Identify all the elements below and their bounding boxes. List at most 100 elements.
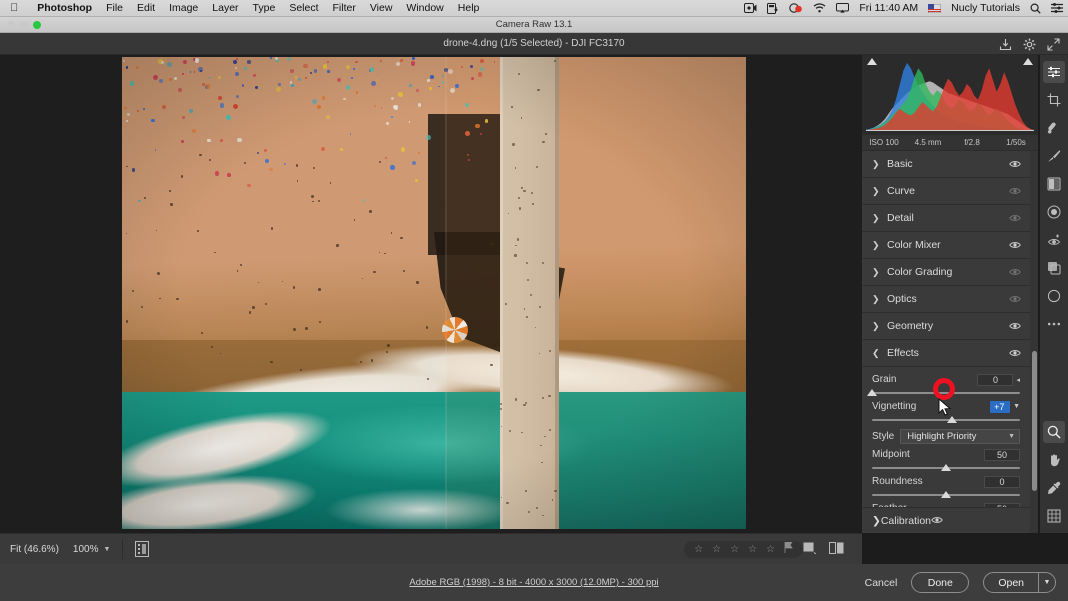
open-button-group[interactable]: Open ▼ [983,572,1056,593]
gear-icon[interactable] [1023,38,1036,51]
menu-item-edit[interactable]: Edit [130,0,162,17]
roundness-slider[interactable] [872,490,1020,500]
zoom-level-label[interactable]: 100% [73,544,104,555]
visibility-eye-icon[interactable] [931,515,943,527]
single-view-icon[interactable] [803,542,817,557]
panel-section-color-grading[interactable]: ❯ Color Grading [862,259,1030,286]
save-image-icon[interactable] [999,38,1012,51]
screen-record-icon[interactable] [739,3,762,13]
presets-icon[interactable] [1043,285,1065,307]
menubar-user[interactable]: Nucly Tutorials [946,0,1025,17]
midpoint-slider-handle[interactable] [941,464,951,471]
panel-section-color-mixer[interactable]: ❯ Color Mixer [862,232,1030,259]
image-info-link[interactable]: Adobe RGB (1998) - 8 bit - 4000 x 3000 (… [409,577,658,588]
star-5-icon[interactable]: ☆ [766,544,775,555]
open-button[interactable]: Open [984,573,1038,592]
menu-item-photoshop[interactable]: Photoshop [30,0,99,17]
vignetting-value[interactable]: +7 [990,400,1011,413]
radial-icon[interactable] [1043,201,1065,223]
control-center-icon[interactable] [1046,3,1068,13]
menu-item-layer[interactable]: Layer [205,0,245,17]
wifi-icon[interactable] [808,3,831,13]
visibility-eye-icon[interactable] [1008,295,1022,303]
star-2-icon[interactable]: ☆ [712,544,721,555]
vignetting-expand-icon[interactable]: ▼ [1013,403,1020,410]
gradient-icon[interactable] [1043,173,1065,195]
chevron-down-icon[interactable]: ▼ [103,546,122,553]
panel-section-calibration[interactable]: ❯ Calibration [862,507,1030,533]
minimize-button[interactable] [20,21,28,29]
zoom-fit-label[interactable]: Fit (46.6%) [10,544,73,555]
maximize-button[interactable] [33,21,41,29]
red-eye-icon[interactable] [1043,229,1065,251]
vignetting-slider[interactable] [872,415,1020,425]
midpoint-slider[interactable] [872,463,1020,473]
filmstrip-icon[interactable] [135,541,150,557]
panel-section-optics[interactable]: ❯ Optics [862,286,1030,313]
healing-brush-icon[interactable] [1043,117,1065,139]
menu-item-filter[interactable]: Filter [326,0,363,17]
panel-section-basic[interactable]: ❯ Basic [862,151,1030,178]
panel-label-curve: Curve [887,185,916,197]
footer-bar: Adobe RGB (1998) - 8 bit - 4000 x 3000 (… [0,564,1068,601]
crop-tool[interactable] [1043,89,1065,111]
menu-item-type[interactable]: Type [246,0,283,17]
grid-icon[interactable] [1043,505,1065,527]
star-4-icon[interactable]: ☆ [748,544,757,555]
edit-tool[interactable] [1043,61,1065,83]
chevron-down-icon[interactable]: ▼ [1038,573,1055,592]
menu-item-image[interactable]: Image [162,0,205,17]
grain-value[interactable]: 0 [977,373,1014,386]
snapshots-icon[interactable] [1043,257,1065,279]
grain-slider-handle[interactable] [867,389,877,396]
us-flag-icon[interactable] [923,3,946,13]
panel-scrollbar-thumb[interactable] [1032,351,1037,491]
visibility-eye-icon[interactable] [1008,268,1022,276]
ellipsis-icon[interactable] [1043,313,1065,335]
roundness-value[interactable]: 0 [984,475,1020,488]
midpoint-value[interactable]: 50 [984,448,1020,461]
cancel-button[interactable]: Cancel [865,577,898,589]
eyedropper-icon[interactable] [1043,477,1065,499]
star-rating[interactable]: ☆ ☆ ☆ ☆ ☆ [684,540,803,558]
visibility-eye-icon[interactable] [1008,241,1022,249]
panel-section-curve[interactable]: ❯ Curve [862,178,1030,205]
hand-icon[interactable] [1043,449,1065,471]
recording-dot-icon[interactable] [784,3,808,13]
visibility-eye-icon[interactable] [1008,349,1022,357]
image-canvas[interactable] [122,57,746,529]
airplay-icon[interactable] [831,3,854,13]
download-icon[interactable] [762,2,784,14]
style-select[interactable]: Highlight Priority ▼ [900,429,1020,444]
grain-slider[interactable] [867,388,1020,398]
panel-scrollbar[interactable] [1032,151,1037,491]
visibility-eye-icon[interactable] [1008,187,1022,195]
search-icon[interactable] [1025,2,1046,14]
menu-item-window[interactable]: Window [399,0,450,17]
star-3-icon[interactable]: ☆ [730,544,739,555]
close-button[interactable] [7,21,15,29]
zoom-tool[interactable] [1043,421,1065,443]
menu-item-select[interactable]: Select [282,0,325,17]
menu-item-file[interactable]: File [99,0,130,17]
visibility-eye-icon[interactable] [1008,214,1022,222]
panel-section-detail[interactable]: ❯ Detail [862,205,1030,232]
panel-section-geometry[interactable]: ❯ Geometry [862,313,1030,340]
menu-item-help[interactable]: Help [451,0,487,17]
done-button[interactable]: Done [911,572,970,593]
visibility-eye-icon[interactable] [1008,160,1022,168]
visibility-eye-icon[interactable] [1008,322,1022,330]
brush-icon[interactable] [1043,145,1065,167]
menubar-clock[interactable]: Fri 11:40 AM [854,0,923,17]
histogram[interactable] [862,55,1038,135]
reject-flag-icon[interactable] [784,541,793,556]
grain-expand-icon[interactable]: ◂ [1016,376,1020,384]
menu-item-view[interactable]: View [363,0,400,17]
before-after-view-icon[interactable] [829,541,844,557]
star-1-icon[interactable]: ☆ [694,544,703,555]
fullscreen-icon[interactable] [1047,37,1060,51]
vignetting-slider-handle[interactable] [946,416,957,423]
roundness-slider-handle[interactable] [941,491,951,498]
panel-section-effects[interactable]: ❮ Effects [862,340,1030,367]
apple-icon[interactable]:  [10,2,18,14]
